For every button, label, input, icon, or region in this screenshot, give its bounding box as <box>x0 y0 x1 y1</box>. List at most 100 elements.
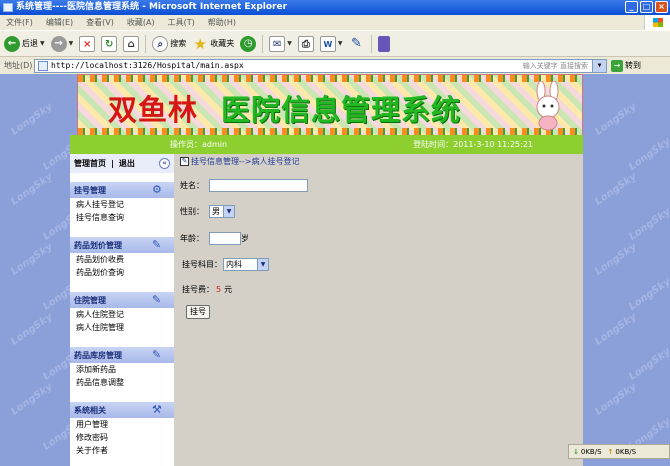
chevron-down-icon[interactable]: ▼ <box>338 40 343 47</box>
department-select[interactable]: 内科 ▼ <box>223 258 269 271</box>
banner-title-right: 医院信息管理系统 <box>221 93 462 127</box>
download-arrow-icon: ↓ <box>573 447 579 456</box>
toolbar-divider <box>145 34 147 53</box>
home-button[interactable]: ⌂ <box>123 35 140 52</box>
ie-page-icon <box>3 3 13 12</box>
chevron-down-icon[interactable]: ▼ <box>40 40 45 47</box>
department-row: 挂号科目： 内科 ▼ <box>180 258 269 271</box>
maximize-button[interactable]: □ <box>640 1 653 13</box>
register-submit-button[interactable]: 挂号 <box>186 305 210 319</box>
fee-label: 挂号费： <box>182 285 214 294</box>
address-label: 地址(D) <box>4 61 33 70</box>
star-icon: ★ <box>193 34 207 53</box>
address-input[interactable]: http://localhost:3126/Hospital/main.aspx… <box>34 58 607 73</box>
home-link[interactable]: 管理首页 <box>74 158 106 169</box>
menu-bar: 文件(F) 编辑(E) 查看(V) 收藏(A) 工具(T) 帮助(H) <box>0 15 670 30</box>
sex-label: 性别： <box>180 207 204 216</box>
download-speed: 0KB/S <box>580 447 602 456</box>
logout-link[interactable]: 退出 <box>119 158 135 169</box>
info-bar: 操作员：admin 登陆时间：2011-3-10 11:25:21 <box>70 135 583 154</box>
print-button[interactable]: ⎙ <box>297 35 314 52</box>
history-icon: ◷ <box>240 35 257 52</box>
name-label: 姓名： <box>180 181 204 190</box>
back-arrow-icon: ← <box>4 35 20 52</box>
nav-divider: | <box>111 159 114 168</box>
watermark-logo: LongSky <box>9 311 55 348</box>
menu-tools[interactable]: 工具(T) <box>168 17 195 28</box>
sidebar-item-registration-query[interactable]: 挂号信息查询 <box>70 211 174 224</box>
word-icon: W <box>319 35 336 52</box>
close-button[interactable]: × <box>655 1 668 13</box>
sidebar-item-inpatient-management[interactable]: 病人住院管理 <box>70 321 174 334</box>
window-title-bar[interactable]: 系统管理----医院信息管理系统 - Microsoft Internet Ex… <box>0 0 670 15</box>
search-icon: ⌕ <box>152 35 169 52</box>
messenger-button[interactable]: ✎ <box>349 36 365 52</box>
chevron-down-icon[interactable]: ▼ <box>69 40 74 47</box>
chevron-down-icon[interactable]: ▼ <box>287 40 292 47</box>
fee-unit: 元 <box>224 285 233 294</box>
chevron-down-icon: ▼ <box>223 206 234 217</box>
edit-button[interactable]: W ▼ <box>319 35 343 52</box>
sidebar: 管理首页 | 退出 « 挂号管理 ⚙ 病人挂号登记 挂号信息查询 药品划价管理 … <box>70 154 174 466</box>
chevron-down-icon[interactable]: ▼ <box>592 59 606 72</box>
pharmacy-group-icon: ✎ <box>152 348 162 361</box>
mail-button[interactable]: ✉ ▼ <box>269 35 292 52</box>
breadcrumb-text[interactable]: 挂号信息管理-->病人挂号登记 <box>191 156 299 167</box>
sidebar-item-drug-pricing-query[interactable]: 药品划价查询 <box>70 266 174 279</box>
watermark-logo: LongSky <box>627 346 670 383</box>
home-icon: ⌂ <box>123 35 140 52</box>
go-arrow-icon: → <box>611 59 623 72</box>
carrot-border-top <box>78 75 582 82</box>
group-inpatient[interactable]: 住院管理 ✎ <box>70 292 174 308</box>
sidebar-item-drug-adjust[interactable]: 药品信息调整 <box>70 376 174 389</box>
forward-arrow-icon: → <box>50 35 67 52</box>
stop-button[interactable]: × <box>79 35 96 52</box>
pricing-group-icon: ✎ <box>152 238 162 251</box>
menu-help[interactable]: 帮助(H) <box>208 17 236 28</box>
page-icon <box>38 60 48 71</box>
banner-title-left: 双鱼林 <box>108 93 199 127</box>
history-button[interactable]: ◷ <box>240 35 257 52</box>
sidebar-item-inpatient-registration[interactable]: 病人住院登记 <box>70 308 174 321</box>
group-system[interactable]: 系统相关 ⚒ <box>70 402 174 418</box>
menu-favorites[interactable]: 收藏(A) <box>127 17 155 28</box>
refresh-button[interactable]: ↻ <box>101 35 118 52</box>
forward-button[interactable]: → ▼ <box>50 35 74 52</box>
age-label: 年龄： <box>180 234 204 243</box>
age-input[interactable] <box>209 232 241 245</box>
favorites-button[interactable]: ★ 收藏夹 <box>192 34 235 53</box>
sidebar-item-user-management[interactable]: 用户管理 <box>70 418 174 431</box>
group-registration[interactable]: 挂号管理 ⚙ <box>70 182 174 198</box>
menu-view[interactable]: 查看(V) <box>86 17 114 28</box>
search-button[interactable]: ⌕ 搜索 <box>152 35 186 52</box>
menu-file[interactable]: 文件(F) <box>6 17 33 28</box>
minimize-button[interactable]: _ <box>625 1 638 13</box>
operator-label: 操作员：admin <box>170 140 228 149</box>
tools-group-icon: ⚒ <box>152 403 162 416</box>
sidebar-item-change-password[interactable]: 修改密码 <box>70 431 174 444</box>
group-drug-pricing[interactable]: 药品划价管理 ✎ <box>70 237 174 253</box>
address-url: http://localhost:3126/Hospital/main.aspx <box>51 61 244 70</box>
sidebar-item-drug-charge[interactable]: 药品划价收费 <box>70 253 174 266</box>
watermark-logo: LongSky <box>627 136 670 173</box>
messenger-icon: ✎ <box>351 35 362 51</box>
menu-edit[interactable]: 编辑(E) <box>46 17 73 28</box>
login-time: 登陆时间：2011-3-10 11:25:21 <box>413 140 533 149</box>
watermark-logo: LongSky <box>593 101 639 138</box>
page-viewport: LongSky LongSky LongSky LongSky LongSky LongS… <box>0 74 670 466</box>
toolbar-divider <box>370 34 372 53</box>
back-button[interactable]: ← 后退 ▼ <box>4 35 45 52</box>
windows-logo-icon <box>644 15 670 30</box>
name-input[interactable] <box>209 179 308 192</box>
go-button[interactable]: → 转到 <box>611 59 641 72</box>
extension-button[interactable] <box>377 35 390 52</box>
breadcrumb: ✎ 挂号信息管理-->病人挂号登记 <box>180 156 299 167</box>
sidebar-item-patient-registration[interactable]: 病人挂号登记 <box>70 198 174 211</box>
search-hint: 输入关键字 直接搜索 <box>522 61 588 70</box>
sidebar-item-add-drug[interactable]: 添加新药品 <box>70 363 174 376</box>
collapse-sidebar-icon[interactable]: « <box>159 158 170 169</box>
inpatient-group-icon: ✎ <box>152 293 162 306</box>
sex-select[interactable]: 男 ▼ <box>209 205 235 218</box>
group-pharmacy[interactable]: 药品库房管理 ✎ <box>70 347 174 363</box>
sidebar-item-about-author[interactable]: 关于作者 <box>70 444 174 457</box>
